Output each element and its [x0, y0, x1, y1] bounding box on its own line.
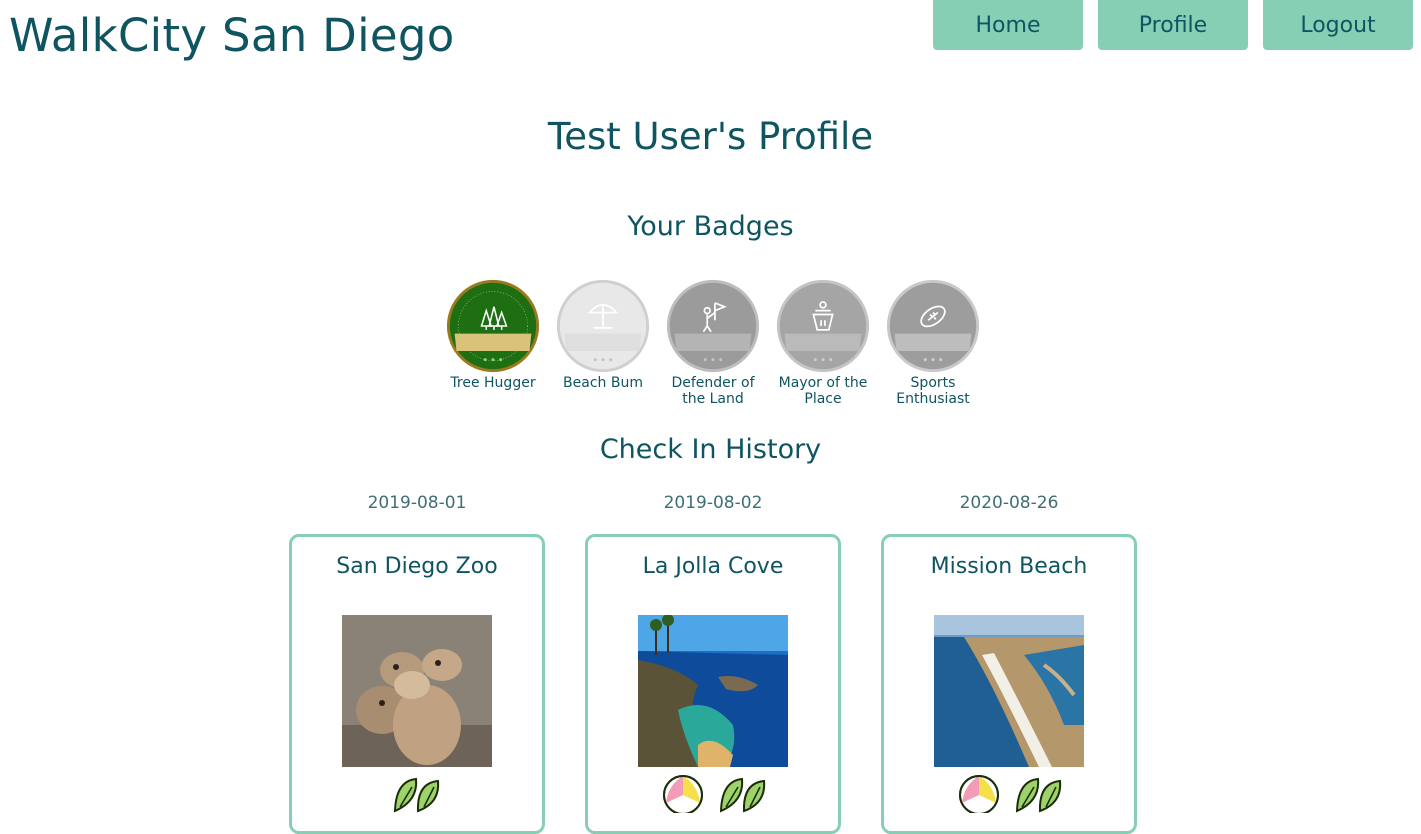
badge-tree-hugger[interactable]: Tree Hugger [438, 278, 548, 391]
leaf-icon [1015, 777, 1061, 813]
place-name: Mission Beach [930, 554, 1088, 579]
category-icons [884, 773, 1134, 813]
badge-label: Beach Bum [563, 375, 643, 391]
check-in-date: 2019-08-02 [663, 493, 763, 513]
place-name: San Diego Zoo [336, 554, 498, 579]
check-in-date: 2019-08-01 [367, 493, 467, 513]
podium-badge-icon [776, 279, 870, 373]
profile-button[interactable]: Profile [1098, 0, 1248, 50]
badge-sports-enthusiast[interactable]: Sports Enthusiast [878, 278, 988, 407]
badge-label: Sports Enthusiast [896, 375, 970, 407]
beach-ball-icon [663, 775, 704, 813]
leaf-icon [393, 777, 440, 813]
badge-label: Defender of the Land [671, 375, 755, 407]
check-in-card[interactable]: Mission Beach [881, 534, 1137, 834]
beach-umbrella-badge-icon [556, 279, 650, 373]
badge-beach-bum[interactable]: Beach Bum [548, 278, 658, 391]
check-in-list: 2019-08-01 San Diego Zoo 2019-08-02 La J… [289, 490, 1137, 834]
badge-mayor-of-the-place[interactable]: Mayor of the Place [768, 278, 878, 407]
check-in-item: 2019-08-01 San Diego Zoo [289, 490, 545, 834]
badge-defender-of-the-land[interactable]: Defender of the Land [658, 278, 768, 407]
tree-hugger-badge-icon [446, 279, 540, 373]
check-in-card[interactable]: San Diego Zoo [289, 534, 545, 834]
check-in-history-heading: Check In History [599, 434, 822, 465]
site-brand[interactable]: WalkCity San Diego [9, 6, 455, 66]
home-button[interactable]: Home [933, 0, 1083, 50]
category-icons [588, 773, 838, 813]
badge-label: Mayor of the Place [778, 375, 868, 407]
aerial-beach-photo [934, 615, 1084, 767]
football-badge-icon [886, 279, 980, 373]
badges-heading: Your Badges [627, 211, 794, 242]
category-icons [292, 773, 542, 813]
check-in-item: 2020-08-26 Mission Beach [881, 490, 1137, 834]
place-name: La Jolla Cove [642, 554, 784, 579]
check-in-item: 2019-08-02 La Jolla Cove [585, 490, 841, 834]
flag-person-badge-icon [666, 279, 760, 373]
beach-ball-icon [959, 775, 1000, 813]
meerkats-photo [342, 615, 492, 767]
badge-label: Tree Hugger [450, 375, 536, 391]
logout-button[interactable]: Logout [1263, 0, 1413, 50]
leaf-icon [719, 777, 765, 813]
check-in-date: 2020-08-26 [959, 493, 1059, 513]
check-in-card[interactable]: La Jolla Cove [585, 534, 841, 834]
cove-photo [638, 615, 788, 767]
badge-list: Tree Hugger Beach Bum Defender of the La… [438, 278, 988, 408]
page-title: Test User's Profile [547, 115, 874, 158]
